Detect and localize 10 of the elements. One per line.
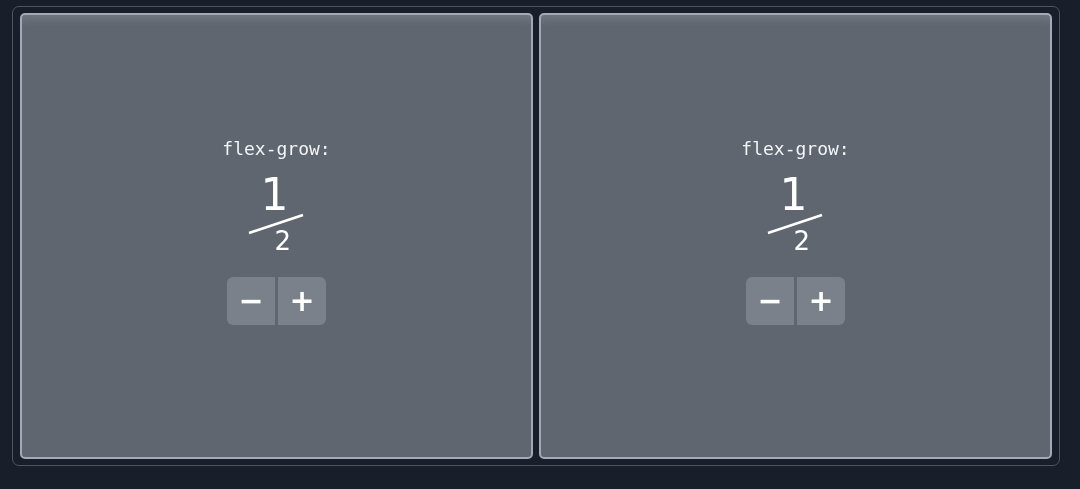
denominator: 2 bbox=[793, 226, 811, 255]
denominator: 2 bbox=[274, 226, 292, 255]
numerator: 1 bbox=[260, 172, 289, 217]
increment-button[interactable]: + bbox=[797, 276, 845, 325]
property-label: flex-grow: bbox=[741, 137, 850, 159]
numerator: 1 bbox=[779, 172, 808, 217]
decrement-button[interactable]: − bbox=[227, 276, 275, 325]
property-label: flex-grow: bbox=[222, 137, 331, 159]
increment-button[interactable]: + bbox=[278, 276, 326, 325]
decrement-button[interactable]: − bbox=[746, 276, 794, 325]
